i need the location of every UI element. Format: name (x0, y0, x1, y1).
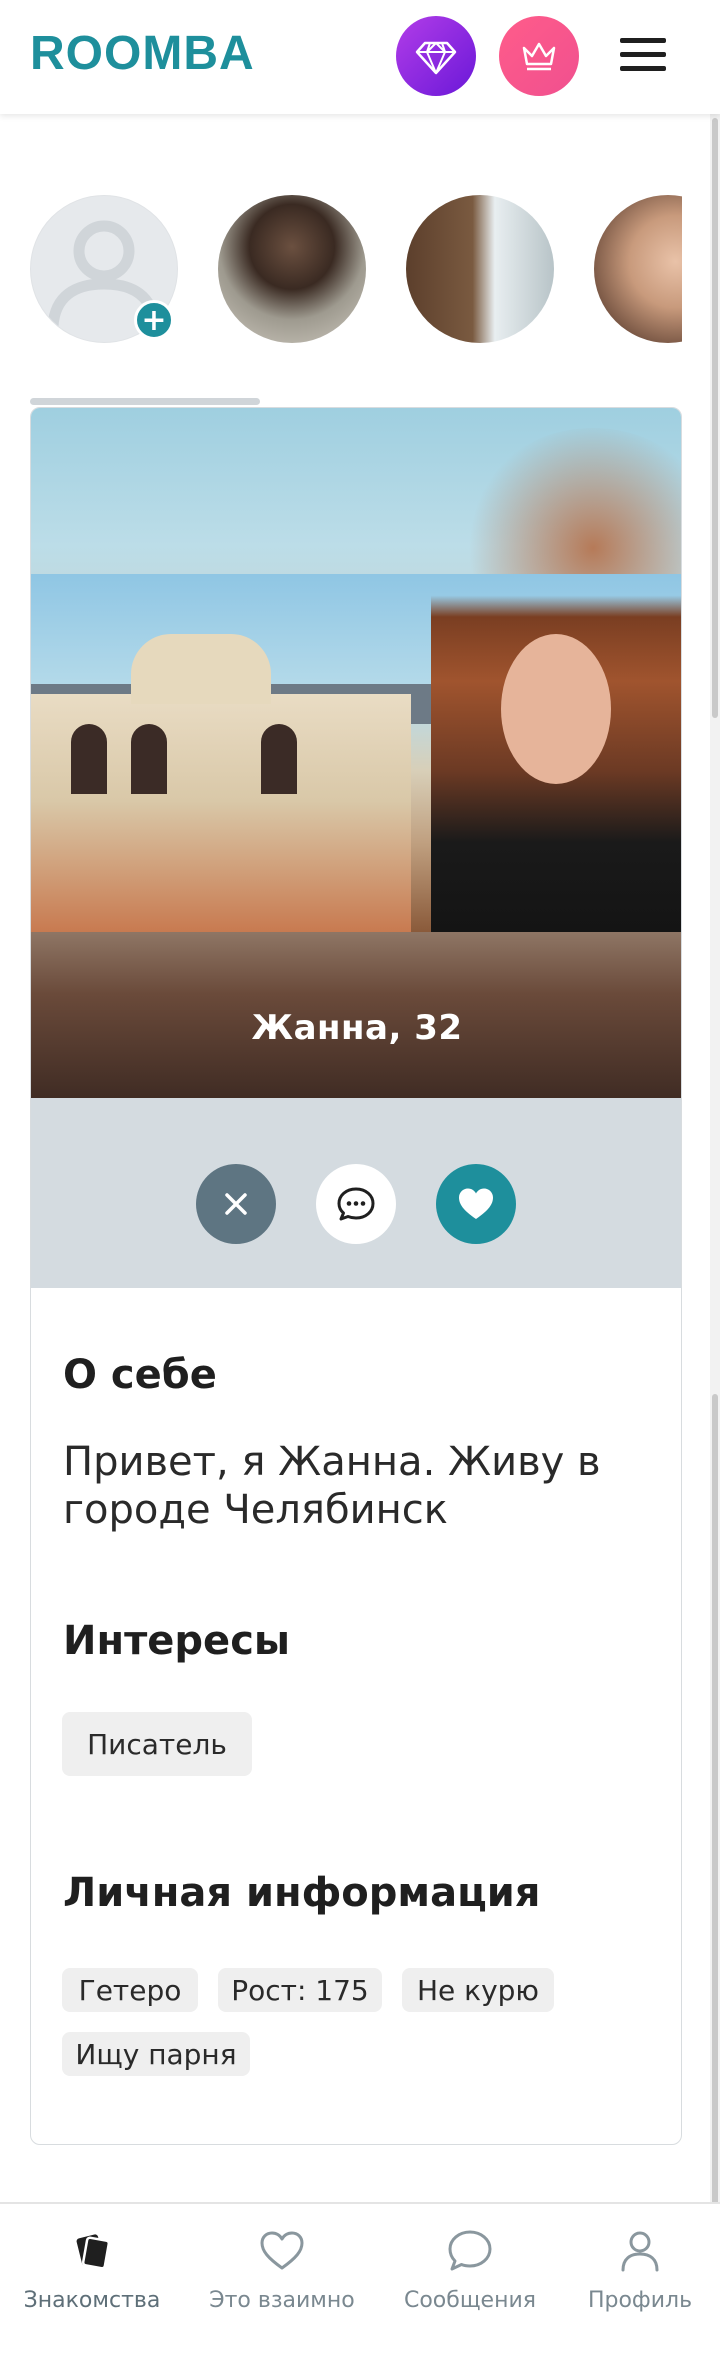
vip-button[interactable] (499, 16, 579, 96)
interest-tag: Писатель (62, 1712, 252, 1776)
like-button[interactable] (436, 1164, 516, 1244)
nav-item-messages[interactable]: Сообщения (380, 2204, 560, 2359)
dislike-button[interactable] (196, 1164, 276, 1244)
nav-item-matches[interactable]: Это взаимно (192, 2204, 372, 2359)
user-outline-icon (621, 2231, 659, 2272)
profile-card: Жанна, 32 О себе Привет, я Жанна. Живу в… (30, 407, 682, 2145)
heart-outline-icon (260, 2231, 304, 2270)
personal-info-title: Личная информация (63, 1870, 541, 1916)
chat-bubble-icon (337, 1187, 375, 1221)
nav-label: Это взаимно (209, 2288, 355, 2313)
crown-icon (522, 42, 556, 71)
personal-tag: Гетеро (62, 1968, 198, 2012)
bottom-navigation: Знакомства Это взаимно Сообщения Профиль (0, 2202, 720, 2359)
premium-button[interactable] (396, 16, 476, 96)
heart-icon (459, 1188, 493, 1219)
story-avatar[interactable] (594, 195, 682, 343)
app-header: ROOMBA (0, 0, 720, 114)
nav-label: Профиль (587, 2288, 693, 2313)
plus-icon[interactable]: + (134, 300, 174, 340)
hamburger-menu-icon[interactable] (620, 38, 666, 72)
scrollbar[interactable] (710, 114, 720, 2214)
personal-tag: Ищу парня (62, 2032, 250, 2076)
profile-photo[interactable]: Жанна, 32 (31, 408, 681, 1098)
cards-icon (76, 2234, 111, 2270)
action-bar (31, 1098, 681, 1288)
diamond-icon (415, 41, 457, 75)
interests-title: Интересы (63, 1618, 291, 1664)
about-text: Привет, я Жанна. Живу в городе Челябинск (63, 1439, 601, 1533)
chat-outline-icon (448, 2230, 492, 2271)
app-logo[interactable]: ROOMBA (30, 26, 255, 81)
stories-progress (30, 398, 260, 405)
stories-strip (30, 195, 682, 345)
personal-tag: Не курю (402, 1968, 554, 2012)
close-icon (225, 1193, 247, 1215)
nav-label: Знакомства (23, 2288, 161, 2313)
profile-name-age: Жанна, 32 (251, 1008, 463, 1048)
message-button[interactable] (316, 1164, 396, 1244)
personal-tag: Рост: 175 (218, 1968, 382, 2012)
story-avatar[interactable] (406, 195, 554, 343)
profile-photo-image (31, 574, 681, 932)
nav-item-profile[interactable]: Профиль (550, 2204, 720, 2359)
story-avatar[interactable] (218, 195, 366, 343)
nav-item-dating[interactable]: Знакомства (2, 2204, 182, 2359)
about-title: О себе (63, 1352, 217, 1398)
nav-label: Сообщения (403, 2288, 537, 2313)
